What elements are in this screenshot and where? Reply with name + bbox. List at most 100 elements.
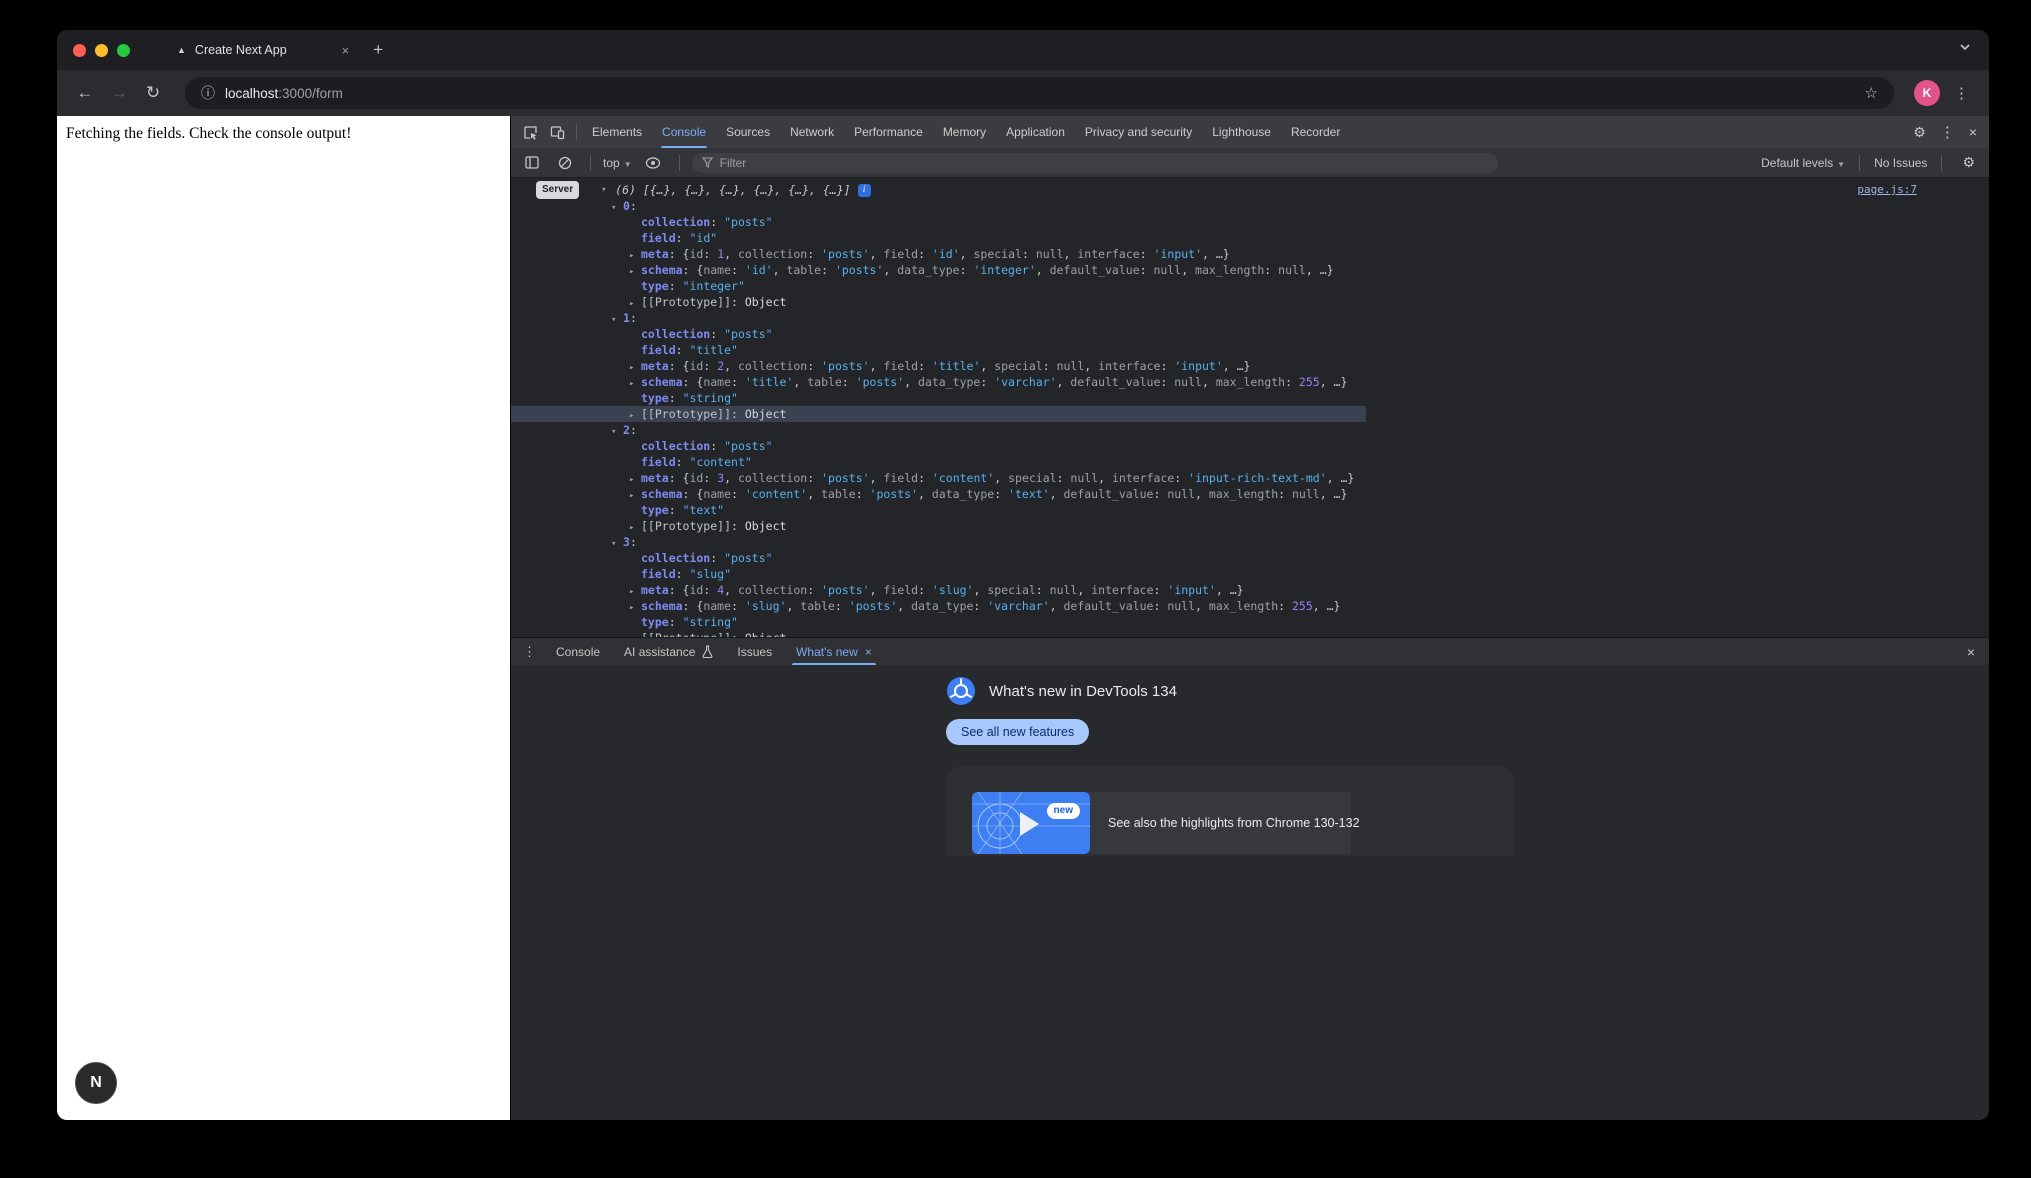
devtools-tab-application[interactable]: Application (996, 116, 1075, 148)
highlights-text: See also the highlights from Chrome 130-… (1108, 816, 1360, 830)
devtools-tab-console[interactable]: Console (652, 116, 716, 148)
drawer-close-icon[interactable]: × (1957, 644, 1985, 660)
drawer-tab-issues[interactable]: Issues (725, 638, 784, 665)
device-toolbar-icon[interactable] (544, 125, 571, 140)
url-host: localhost (225, 86, 278, 101)
bookmark-star-icon[interactable]: ☆ (1865, 84, 1878, 102)
console-settings-gear-icon[interactable]: ⚙ (1956, 154, 1981, 171)
console-prop-prototype: ▸[[Prototype]]: Object (511, 294, 1989, 310)
source-link[interactable]: page.js:7 (1857, 182, 1917, 198)
back-button[interactable]: ← (73, 83, 97, 103)
expand-arrow-icon[interactable]: ▸ (629, 376, 641, 392)
devtools-tab-lighthouse[interactable]: Lighthouse (1202, 116, 1281, 148)
console-output: Server▾(6) [{…}, {…}, {…}, {…}, {…}, {…}… (511, 178, 1989, 637)
highlights-item[interactable]: new See also the highlights from Chrome … (972, 792, 1351, 854)
web-page: Fetching the fields. Check the console o… (57, 116, 510, 1120)
live-expression-eye-icon[interactable] (639, 157, 667, 169)
close-whats-new-tab-icon[interactable]: × (865, 645, 872, 659)
fullscreen-window-button[interactable] (117, 44, 130, 57)
filter-funnel-icon (702, 157, 713, 168)
expand-arrow-icon[interactable]: ▸ (629, 488, 641, 504)
devtools-tab-elements[interactable]: Elements (582, 116, 652, 148)
console-sidebar-icon[interactable] (519, 156, 545, 169)
highlights-card: new See also the highlights from Chrome … (946, 766, 1514, 856)
browser-window: ▲ Create Next App × + ← → ↻ ⓘ localhost:… (57, 30, 1989, 1120)
devtools-tab-memory[interactable]: Memory (933, 116, 996, 148)
divider (1941, 155, 1942, 171)
clear-console-icon[interactable] (552, 156, 578, 170)
nextjs-devtools-button[interactable]: N (75, 1062, 117, 1104)
console-item-index: ▾2: (511, 422, 1989, 438)
drawer-tabs: ConsoleAI assistanceIssuesWhat's new× (544, 638, 884, 665)
issues-counter[interactable]: No Issues (1874, 156, 1927, 170)
console-prop-field: field: "slug" (511, 566, 1989, 582)
array-preview: (6) [{…}, {…}, {…}, {…}, {…}, {…}] (615, 182, 850, 198)
devtools-close-icon[interactable]: × (1963, 124, 1983, 140)
collapse-arrow-icon[interactable]: ▾ (611, 200, 623, 216)
collapse-arrow-icon[interactable]: ▾ (611, 424, 623, 440)
tab-favicon-icon: ▲ (177, 45, 186, 55)
tab-close-icon[interactable]: × (342, 43, 350, 58)
devtools-tab-sources[interactable]: Sources (716, 116, 780, 148)
dropdown-caret-icon: ▼ (624, 160, 632, 169)
desktop: { "browser": { "tab_title": "Create Next… (0, 0, 2031, 1178)
browser-toolbar: ← → ↻ ⓘ localhost:3000/form ☆ K ⋮ (57, 70, 1989, 116)
address-bar[interactable]: ⓘ localhost:3000/form ☆ (185, 77, 1894, 109)
forward-button[interactable]: → (107, 83, 131, 103)
url-text: localhost:3000/form (225, 86, 343, 101)
devtools-tabbar-right: ⚙ ⋮ × (1907, 123, 1983, 141)
dropdown-caret-icon: ▼ (1837, 160, 1845, 169)
console-prop-meta: ▸meta: {id: 1, collection: 'posts', fiel… (511, 246, 1989, 262)
log-levels-dropdown[interactable]: Default levels▼ (1761, 156, 1845, 170)
console-prop-collection: collection: "posts" (511, 550, 1989, 566)
browser-tab[interactable]: ▲ Create Next App × (177, 43, 349, 58)
console-prop-meta: ▸meta: {id: 2, collection: 'posts', fiel… (511, 358, 1989, 374)
drawer-tab-ai-assistance[interactable]: AI assistance (612, 638, 725, 665)
execution-context-selector[interactable]: top▼ (603, 156, 632, 170)
url-path: :3000/form (278, 86, 343, 101)
info-icon[interactable]: i (858, 184, 871, 197)
see-all-features-button[interactable]: See all new features (946, 719, 1089, 745)
window-content: Fetching the fields. Check the console o… (57, 116, 1989, 1120)
console-toolbar: top▼ Filter Default levels▼ No Issues ⚙ (511, 148, 1989, 178)
expand-arrow-icon[interactable]: ▸ (629, 264, 641, 280)
collapse-arrow-icon[interactable]: ▾ (611, 312, 623, 328)
devtools-tab-performance[interactable]: Performance (844, 116, 933, 148)
new-tab-button[interactable]: + (373, 40, 383, 60)
drawer-tab-console[interactable]: Console (544, 638, 612, 665)
reload-button[interactable]: ↻ (141, 83, 165, 103)
devtools-tab-privacy-and-security[interactable]: Privacy and security (1075, 116, 1202, 148)
divider (576, 124, 577, 140)
whats-new-panel: What's new in DevTools 134 See all new f… (511, 665, 1989, 1120)
collapse-arrow-icon[interactable]: ▾ (611, 536, 623, 552)
drawer-menu-icon[interactable]: ⋮ (515, 644, 544, 660)
flask-icon (702, 645, 713, 658)
console-toolbar-right: Default levels▼ No Issues ⚙ (1761, 154, 1981, 171)
console-prop-schema: ▸schema: {name: 'title', table: 'posts',… (511, 374, 1989, 390)
console-filter-input[interactable]: Filter (692, 153, 1498, 173)
expand-arrow-icon[interactable]: ▾ (601, 182, 613, 198)
devtools-settings-gear-icon[interactable]: ⚙ (1907, 124, 1932, 141)
devtools-tab-recorder[interactable]: Recorder (1281, 116, 1350, 148)
browser-menu-icon[interactable]: ⋮ (1950, 84, 1973, 102)
item-index: 2 (623, 423, 630, 437)
expand-arrow-icon[interactable]: ▸ (629, 600, 641, 616)
minimize-window-button[interactable] (95, 44, 108, 57)
drawer-tab-what-s-new[interactable]: What's new× (784, 638, 884, 665)
whats-new-title: What's new in DevTools 134 (989, 683, 1177, 700)
console-prop-prototype: ▸[[Prototype]]: Object (511, 406, 1366, 422)
console-prop-type: type: "string" (511, 390, 1989, 406)
profile-avatar[interactable]: K (1914, 80, 1940, 106)
inspect-element-icon[interactable] (517, 125, 544, 140)
tab-strip: ▲ Create Next App × + (57, 30, 1989, 70)
tab-search-chevron-icon[interactable] (1959, 43, 1971, 51)
close-window-button[interactable] (73, 44, 86, 57)
item-index: 1 (623, 311, 630, 325)
console-prop-type: type: "integer" (511, 278, 1989, 294)
devtools-logo-icon (946, 676, 976, 706)
whats-new-header: What's new in DevTools 134 (946, 676, 1546, 706)
devtools-panel: ElementsConsoleSourcesNetworkPerformance… (510, 116, 1989, 1120)
devtools-tab-network[interactable]: Network (780, 116, 844, 148)
site-info-icon[interactable]: ⓘ (201, 83, 215, 103)
devtools-more-options-icon[interactable]: ⋮ (1936, 123, 1959, 141)
